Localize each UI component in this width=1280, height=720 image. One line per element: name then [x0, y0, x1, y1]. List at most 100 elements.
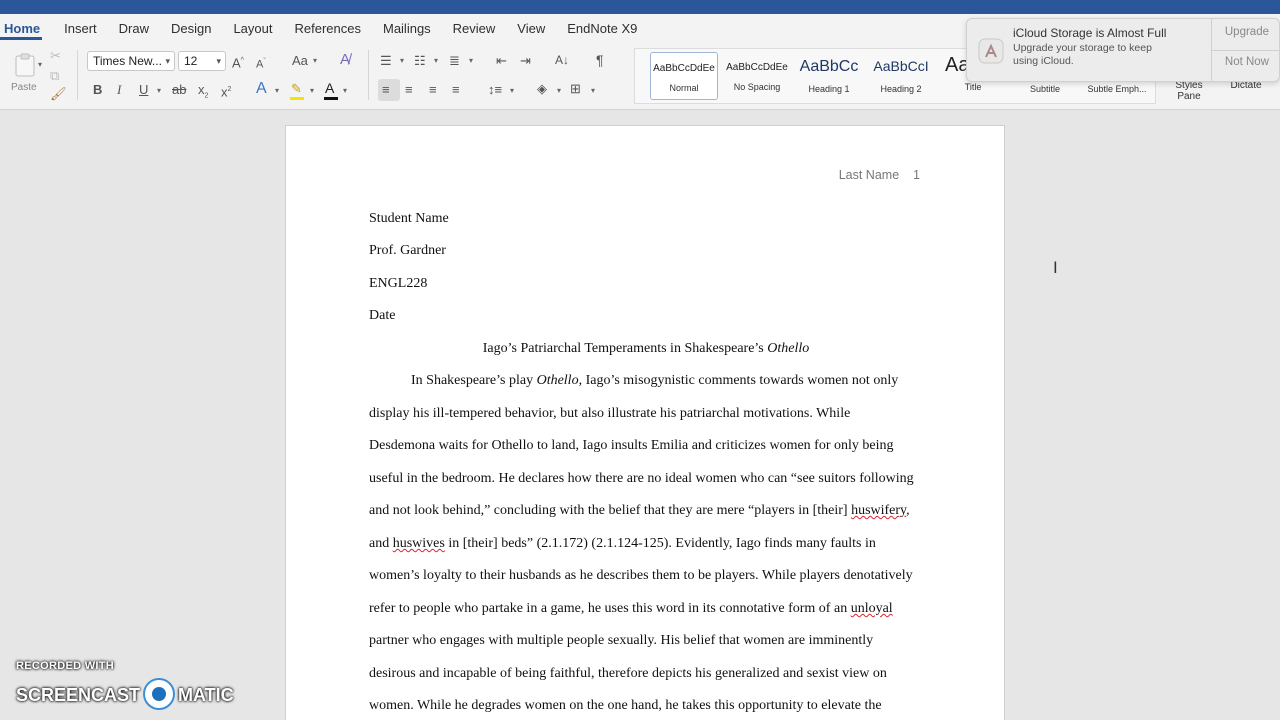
multilevel-dropdown-icon[interactable]: ▾: [469, 56, 473, 65]
misspelled-word[interactable]: huswives: [393, 536, 445, 551]
course-code: ENGL228: [369, 276, 428, 291]
misspelled-word[interactable]: unloyal: [851, 601, 893, 616]
tab-home[interactable]: Home: [0, 20, 43, 40]
clipboard-icon: [15, 53, 35, 77]
change-case-dropdown-icon[interactable]: ▾: [313, 56, 317, 65]
line-spacing-icon[interactable]: ↕≡: [488, 82, 502, 98]
misspelled-word[interactable]: huswifery: [851, 503, 906, 518]
format-painter-icon[interactable]: 🖌: [50, 86, 67, 102]
essay-title-text: Iago’s Patriarchal Temperaments in Shake…: [482, 341, 768, 356]
text-effects-icon[interactable]: A: [256, 81, 267, 97]
paste-button[interactable]: Paste: [8, 52, 42, 96]
icloud-notification: iCloud Storage is Almost Full Upgrade yo…: [966, 18, 1280, 82]
align-right-icon[interactable]: ≡: [429, 82, 437, 98]
font-color-icon[interactable]: A: [325, 80, 334, 96]
tab-design[interactable]: Design: [171, 20, 211, 40]
text-cursor-icon: I: [1053, 258, 1058, 277]
sort-icon[interactable]: A↓: [555, 52, 569, 68]
bold-icon[interactable]: B: [93, 82, 102, 98]
style-label: Heading 2: [880, 84, 922, 94]
document-page[interactable]: Last Name 1 Student Name Prof. Gardner E…: [285, 125, 1005, 720]
body-line: and not look behind,” concluding with th…: [369, 503, 910, 519]
strikethrough-icon[interactable]: ab: [172, 82, 186, 98]
underline-icon[interactable]: U: [139, 82, 148, 98]
body-line: partner who engages with multiple people…: [369, 633, 874, 648]
style-sample: AaBbCc: [799, 58, 859, 75]
font-color-bar: [324, 97, 338, 100]
body-line: and huswives in [their] beds” (2.1.172) …: [369, 536, 876, 552]
subscript-icon[interactable]: x2: [198, 82, 208, 105]
tab-view[interactable]: View: [517, 20, 545, 40]
grow-font-icon[interactable]: A^: [232, 53, 244, 71]
shading-dropdown-icon[interactable]: ▾: [557, 86, 561, 95]
ribbon-tabs: Home Insert Draw Design Layout Reference…: [0, 20, 659, 40]
styles-pane-label-2: Pane: [1177, 91, 1201, 102]
divider: [77, 50, 78, 100]
underline-dropdown-icon[interactable]: ▾: [157, 86, 161, 95]
italic-icon[interactable]: I: [117, 82, 121, 98]
style-heading-1[interactable]: AaBbCc Heading 1: [795, 52, 863, 100]
tab-review[interactable]: Review: [453, 20, 496, 40]
decrease-indent-icon[interactable]: ⇤: [496, 53, 507, 69]
paste-dropdown-icon[interactable]: ▾: [38, 60, 42, 69]
tab-draw[interactable]: Draw: [119, 20, 149, 40]
app-store-icon: [978, 38, 1004, 64]
clear-formatting-icon[interactable]: A̸: [340, 52, 350, 68]
bullets-dropdown-icon[interactable]: ▾: [400, 56, 404, 65]
align-left-icon: ≡: [382, 82, 390, 97]
tab-insert[interactable]: Insert: [64, 20, 97, 40]
notification-title: iCloud Storage is Almost Full: [1013, 26, 1167, 40]
essay-title-italic: Othello: [767, 341, 810, 356]
divider: [1211, 50, 1280, 51]
styles-pane-button[interactable]: Styles Pane: [1166, 80, 1212, 102]
screencast-watermark: RECORDED WITH SCREENCAST MATIC: [16, 660, 234, 710]
change-case-icon[interactable]: Aa: [292, 53, 308, 69]
font-color-dropdown-icon[interactable]: ▾: [343, 86, 347, 95]
highlight-icon[interactable]: ✎: [291, 81, 302, 97]
font-size-select[interactable]: 12 ▾: [178, 51, 226, 71]
text-effects-dropdown-icon[interactable]: ▾: [275, 86, 279, 95]
watermark-logo-text: SCREENCAST MATIC: [16, 678, 234, 712]
body-line: Desdemona waits for Othello to land, Iag…: [369, 438, 894, 453]
screencast-logo-icon: [143, 678, 176, 710]
numbering-icon[interactable]: ☷: [414, 53, 426, 69]
style-sample: AaBbCcDdEe: [726, 62, 788, 73]
body-line: In Shakespeare’s play Othello, Iago’s mi…: [411, 373, 898, 389]
show-formatting-icon[interactable]: ¶: [596, 52, 604, 68]
body-line: desirous and incapable of being faithful…: [369, 666, 887, 681]
body-italic: Othello: [536, 373, 579, 388]
bullets-icon[interactable]: ☰: [380, 53, 392, 69]
font-family-select[interactable]: Times New... ▾: [87, 51, 175, 71]
tab-layout[interactable]: Layout: [233, 20, 272, 40]
style-no-spacing[interactable]: AaBbCcDdEe No Spacing: [723, 52, 791, 100]
body-line: display his ill-tempered behavior, but a…: [369, 406, 851, 421]
style-normal[interactable]: AaBbCcDdEe Normal: [650, 52, 718, 100]
title-bar-strip: [0, 0, 1280, 14]
style-label: Normal: [669, 83, 699, 93]
copy-icon[interactable]: ⧉: [50, 68, 59, 84]
cut-icon[interactable]: ✂: [50, 48, 61, 64]
superscript-icon[interactable]: x2: [221, 82, 231, 100]
body-line: women. While he degrades women on the on…: [369, 698, 882, 713]
align-center-icon[interactable]: ≡: [405, 82, 413, 98]
increase-indent-icon[interactable]: ⇥: [520, 53, 531, 69]
tab-mailings[interactable]: Mailings: [383, 20, 431, 40]
style-label: Subtitle: [1029, 84, 1061, 94]
justify-icon[interactable]: ≡: [452, 82, 460, 98]
upgrade-button[interactable]: Upgrade: [1225, 26, 1269, 38]
numbering-dropdown-icon[interactable]: ▾: [434, 56, 438, 65]
multilevel-list-icon[interactable]: ≣: [449, 53, 460, 69]
chevron-down-icon: ▾: [216, 56, 221, 66]
shrink-font-icon[interactable]: Aˇ: [256, 54, 266, 73]
shading-icon[interactable]: ◈: [537, 81, 547, 97]
borders-icon[interactable]: ⊞: [570, 81, 581, 97]
style-heading-2[interactable]: AaBbCcI Heading 2: [867, 52, 935, 100]
not-now-button[interactable]: Not Now: [1225, 56, 1269, 68]
body-text: , Iago’s misogynistic comments towards w…: [578, 373, 899, 388]
highlight-dropdown-icon[interactable]: ▾: [310, 86, 314, 95]
tab-references[interactable]: References: [295, 20, 361, 40]
borders-dropdown-icon[interactable]: ▾: [591, 86, 595, 95]
watermark-right-text: MATIC: [178, 684, 234, 705]
tab-endnote[interactable]: EndNote X9: [567, 20, 637, 40]
line-spacing-dropdown-icon[interactable]: ▾: [510, 86, 514, 95]
